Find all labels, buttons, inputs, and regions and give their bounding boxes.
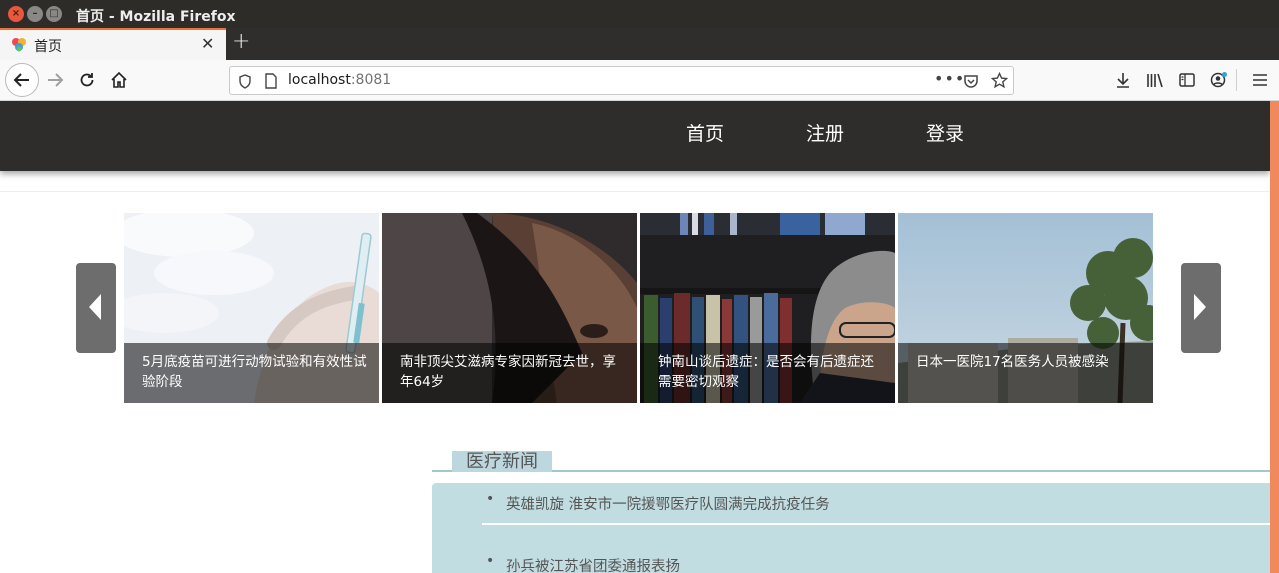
tab-close-icon[interactable]: ✕ — [201, 34, 214, 53]
hamburger-menu-icon — [1253, 74, 1267, 86]
news-header-line — [432, 470, 1270, 472]
window-titlebar: × – □ 首页 - Mozilla Firefox — [0, 0, 1279, 28]
library-button[interactable] — [1140, 65, 1170, 95]
news-item-link[interactable]: 孙兵被江苏省团委通报表扬 — [506, 555, 680, 573]
carousel-slide[interactable]: 南非顶尖艾滋病专家因新冠去世，享年64岁 — [382, 213, 637, 403]
caret-left-icon — [89, 294, 101, 320]
slide-caption: 南非顶尖艾滋病专家因新冠去世，享年64岁 — [382, 343, 637, 403]
home-button[interactable] — [104, 65, 134, 95]
url-bar[interactable]: localhost:8081 ••• — [229, 66, 1014, 95]
new-tab-button[interactable]: + — [232, 29, 250, 54]
tab-strip: 首页 ✕ + — [0, 28, 1279, 60]
favicon-icon — [12, 38, 26, 52]
shield-icon[interactable] — [238, 74, 252, 89]
caret-right-icon — [1194, 294, 1206, 320]
slide-caption: 钟南山谈后遗症：是否会有后遗症还需要密切观察 — [640, 343, 895, 403]
slide-caption: 5月底疫苗可进行动物试验和有效性试验阶段 — [124, 343, 379, 403]
back-button[interactable] — [5, 63, 39, 97]
window-controls: × – □ — [8, 6, 62, 22]
header-divider — [0, 191, 1270, 192]
news-list: • 英雄凯旋 淮安市一院援鄂医疗队圆满完成抗疫任务 • 孙兵被江苏省团委通报表扬 — [432, 483, 1270, 573]
arrow-right-icon — [48, 73, 64, 87]
slide-caption: 日本一医院17名医务人员被感染 — [898, 343, 1153, 403]
carousel-next-button[interactable] — [1181, 263, 1221, 353]
pocket-icon[interactable] — [963, 73, 979, 89]
reload-button[interactable] — [72, 65, 102, 95]
nav-register-link[interactable]: 注册 — [806, 119, 844, 146]
news-section-title: 医疗新闻 — [452, 451, 552, 472]
navigation-toolbar: localhost:8081 ••• — [0, 60, 1279, 101]
tab-label: 首页 — [34, 39, 62, 55]
library-icon — [1147, 73, 1163, 88]
list-bullet: • — [486, 553, 495, 569]
sidebar-button[interactable] — [1172, 65, 1202, 95]
browser-tab[interactable]: 首页 ✕ — [0, 28, 226, 60]
url-text[interactable]: localhost:8081 — [288, 72, 391, 88]
carousel-slide[interactable]: 钟南山谈后遗症：是否会有后遗症还需要密切观察 — [640, 213, 895, 403]
window-maximize-button[interactable]: □ — [46, 6, 62, 22]
news-item-divider — [482, 523, 1270, 525]
window-close-button[interactable]: × — [8, 6, 24, 22]
star-icon[interactable] — [991, 72, 1008, 89]
account-icon — [1210, 72, 1227, 88]
ellipsis-icon[interactable]: ••• — [934, 69, 965, 88]
window-title: 首页 - Mozilla Firefox — [76, 9, 236, 25]
reload-icon — [80, 73, 94, 87]
nav-login-link[interactable]: 登录 — [926, 119, 964, 146]
page-icon[interactable] — [264, 73, 278, 89]
page-viewport: 首页 注册 登录 5月底疫苗可进行动物试验和有效性试验阶段 南非顶尖艾滋病专家因… — [0, 101, 1270, 573]
nav-home-link[interactable]: 首页 — [686, 119, 724, 146]
url-port: :8081 — [350, 72, 392, 88]
news-item-link[interactable]: 英雄凯旋 淮安市一院援鄂医疗队圆满完成抗疫任务 — [506, 493, 830, 514]
site-header: 首页 注册 登录 — [0, 101, 1270, 171]
sidebar-icon — [1179, 73, 1195, 87]
carousel-prev-button[interactable] — [76, 263, 116, 353]
scrollbar[interactable] — [1270, 101, 1279, 573]
window-minimize-button[interactable]: – — [27, 6, 43, 22]
carousel-slide[interactable]: 5月底疫苗可进行动物试验和有效性试验阶段 — [124, 213, 379, 403]
forward-button[interactable] — [40, 65, 70, 95]
arrow-left-icon — [13, 73, 29, 87]
home-icon — [111, 71, 127, 88]
toolbar-divider — [1236, 69, 1237, 91]
account-button[interactable] — [1204, 65, 1234, 95]
url-host: localhost — [288, 72, 351, 88]
carousel-slide[interactable]: 日本一医院17名医务人员被感染 — [898, 213, 1153, 403]
download-icon — [1117, 73, 1129, 88]
list-bullet: • — [486, 491, 495, 507]
downloads-button[interactable] — [1108, 65, 1138, 95]
menu-button[interactable] — [1245, 65, 1275, 95]
